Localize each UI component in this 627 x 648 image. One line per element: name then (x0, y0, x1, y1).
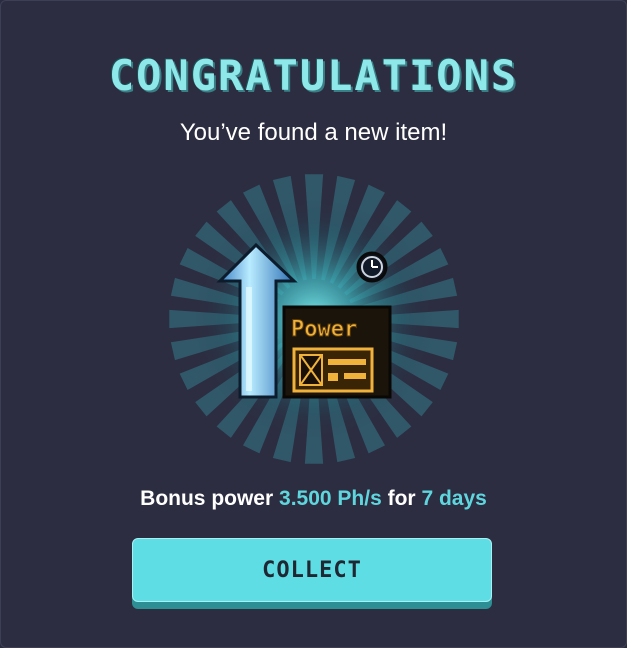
dialog-subtitle: You’ve found a new item! (179, 119, 448, 146)
bonus-connector: for (387, 487, 416, 510)
collect-button-label: COLLECT (262, 557, 362, 583)
bonus-prefix: Bonus power (140, 487, 274, 510)
collect-button[interactable]: COLLECT (132, 538, 492, 602)
clock-icon (356, 251, 388, 283)
item-label: Power (291, 317, 357, 342)
bonus-duration: 7 days (421, 487, 487, 510)
reward-item: Power (164, 169, 464, 469)
reward-dialog: CONGRATULATIONS You’ve found a new item! (0, 0, 627, 648)
power-boost-icon: Power (169, 174, 459, 464)
bonus-description: Bonus power 3.500 Ph/s for 7 days (1, 487, 626, 511)
dialog-title: CONGRATULATIONS (108, 51, 519, 100)
bonus-amount: 3.500 Ph/s (279, 487, 382, 510)
